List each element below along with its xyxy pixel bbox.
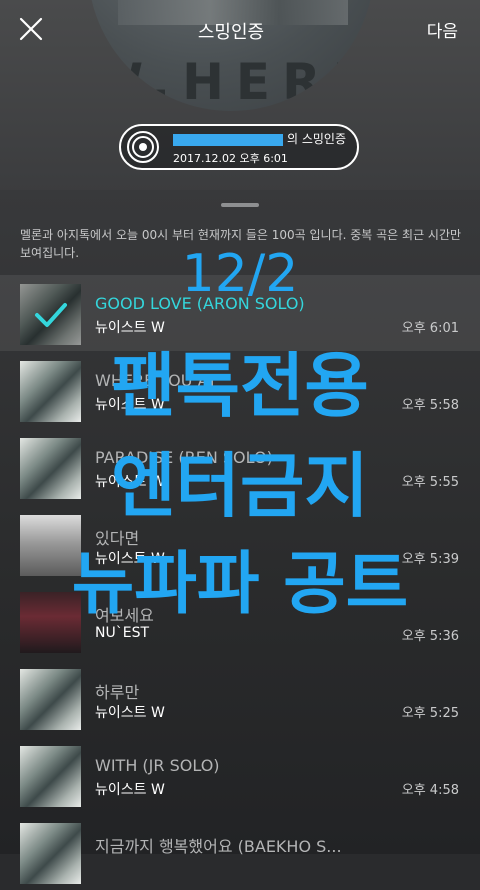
description-text: 멜론과 아지톡에서 오늘 00시 부터 현재까지 들은 100곡 입니다. 중복… — [20, 228, 462, 260]
album-thumbnail — [20, 515, 81, 576]
song-title: PARADISE (REN SOLO) — [95, 448, 273, 467]
song-title: 하루만 — [95, 683, 140, 702]
album-art — [20, 438, 81, 499]
song-artist: 뉴이스트 W — [95, 397, 165, 413]
song-artist: 뉴이스트 W — [95, 782, 165, 798]
play-time: 오후 6:01 — [401, 321, 459, 336]
song-title: WITH (JR SOLO) — [95, 756, 220, 775]
album-art — [20, 669, 81, 730]
song-row[interactable]: 하루만뉴이스트 W 오후 5:25 — [0, 660, 480, 736]
song-row[interactable]: 지금까지 행복했어요 (BAEKHO S... — [0, 814, 480, 890]
play-time: 오후 5:55 — [401, 475, 459, 490]
song-row[interactable]: WHERE YOU AT 뉴이스트 W 오후 5:58 — [0, 352, 480, 428]
album-art — [20, 515, 81, 576]
album-disc: 스밍인증 W.HERE — [88, 0, 374, 111]
album-art-text: W.HERE — [88, 53, 374, 111]
song-row[interactable]: GOOD LOVE (ARON SOLO) 뉴이스트 W 오후 6:01 — [0, 275, 480, 351]
play-time: 오후 5:39 — [401, 552, 459, 567]
sheet-drag-handle[interactable] — [221, 203, 259, 207]
song-row[interactable]: PARADISE (REN SOLO) 뉴이스트 W 오후 5:55 — [0, 429, 480, 505]
album-art — [20, 746, 81, 807]
badge-user-line: 의 스밍인증 — [173, 130, 346, 147]
album-thumbnail — [20, 438, 81, 499]
album-thumbnail — [20, 746, 81, 807]
song-title: 지금까지 행복했어요 (BAEKHO S... — [95, 837, 342, 856]
album-art — [20, 361, 81, 422]
album-thumbnail — [20, 361, 81, 422]
song-artist: 뉴이스트 W — [95, 551, 165, 567]
song-row[interactable]: WITH (JR SOLO) 뉴이스트 W 오후 4:58 — [0, 737, 480, 813]
song-title: 여보세요 — [95, 606, 154, 625]
album-art — [20, 592, 81, 653]
play-time: 오후 4:58 — [401, 783, 459, 798]
album-title: 스밍인증 — [197, 22, 265, 43]
album-thumbnail — [20, 284, 81, 345]
song-artist: 뉴이스트 W — [95, 320, 165, 336]
album-thumbnail — [20, 592, 81, 653]
song-row[interactable]: 있다면뉴이스트 W 오후 5:39 — [0, 506, 480, 582]
song-title: WHERE YOU AT — [95, 371, 218, 390]
album-thumbnail — [20, 669, 81, 730]
redacted-username — [173, 133, 283, 146]
play-time: 오후 5:25 — [401, 706, 459, 721]
song-artist: 뉴이스트 W — [95, 474, 165, 490]
song-artist: NU`EST — [95, 625, 150, 641]
record-disc-icon — [127, 131, 159, 163]
badge-timestamp: 2017.12.02 오후 6:01 — [173, 152, 288, 165]
play-time: 오후 5:58 — [401, 398, 459, 413]
stream-badge: 의 스밍인증 2017.12.02 오후 6:01 — [119, 124, 359, 170]
check-icon — [20, 284, 81, 345]
song-title: GOOD LOVE (ARON SOLO) — [95, 294, 305, 313]
song-row[interactable]: 여보세요 NU`EST 오후 5:36 — [0, 583, 480, 659]
next-button[interactable]: 다음 — [427, 17, 458, 42]
song-title: 있다면 — [95, 529, 140, 548]
play-time: 오후 5:36 — [401, 629, 459, 644]
close-icon[interactable] — [14, 12, 48, 46]
song-artist: 뉴이스트 W — [95, 705, 165, 721]
